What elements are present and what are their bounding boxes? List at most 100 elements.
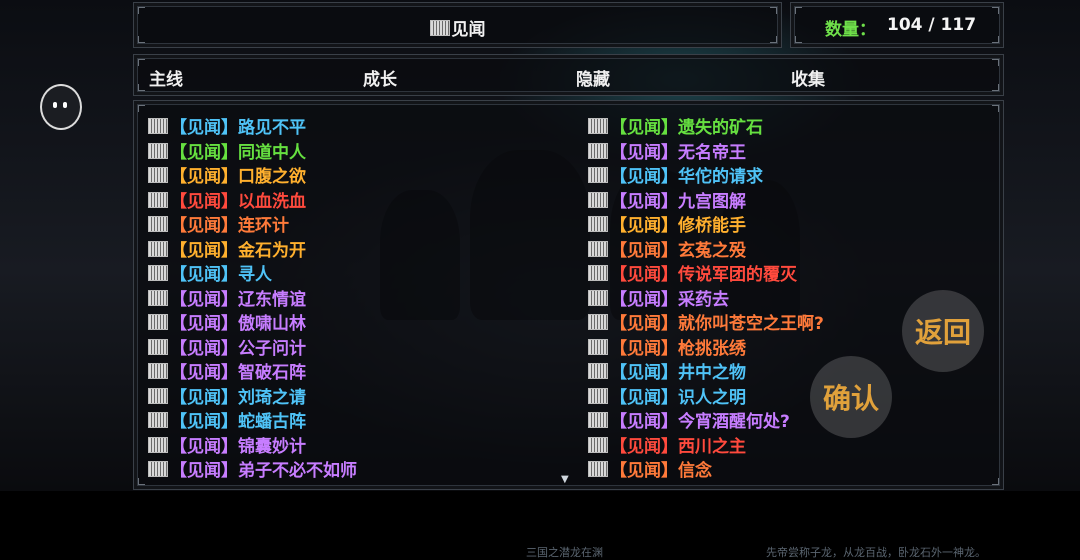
event-list-item[interactable]: 【见闻】以血洗血 — [148, 187, 306, 212]
event-list-item[interactable]: 【见闻】华佗的请求 — [588, 162, 763, 187]
event-list-item[interactable]: 【见闻】路见不平 — [148, 113, 306, 138]
event-tag: 【见闻】 — [610, 461, 678, 481]
event-name: 今宵酒醒何处? — [678, 412, 790, 432]
event-list-item[interactable]: 【见闻】玄菟之殁 — [588, 236, 746, 261]
event-list-item[interactable]: 【见闻】口腹之欲 — [148, 162, 306, 187]
event-list-item[interactable]: 【见闻】修桥能手 — [588, 211, 746, 236]
event-name: 金石为开 — [238, 240, 306, 261]
event-list-item[interactable]: 【见闻】传说军团的覆灭 — [588, 260, 797, 285]
event-name: 西川之主 — [678, 436, 746, 457]
book-icon — [148, 265, 168, 281]
event-name: 修桥能手 — [678, 216, 746, 236]
event-list-item[interactable]: 【见闻】刘琦之请 — [148, 383, 306, 408]
event-tag: 【见闻】 — [170, 338, 238, 359]
event-tag: 【见闻】 — [610, 314, 678, 334]
book-icon — [588, 314, 608, 330]
book-icon — [148, 363, 168, 379]
event-list-item[interactable]: 【见闻】信念 — [588, 456, 712, 481]
event-list-item[interactable]: 【见闻】傲啸山林 — [148, 309, 306, 334]
event-list-item[interactable]: 【见闻】识人之明 — [588, 383, 746, 408]
confirm-button[interactable]: 确认 — [810, 356, 892, 438]
event-tag: 【见闻】 — [170, 118, 238, 138]
event-name: 辽东情谊 — [238, 289, 306, 310]
event-name: 无名帝王 — [678, 142, 746, 163]
book-icon — [588, 436, 608, 453]
book-icon — [148, 118, 168, 134]
event-tag: 【见闻】 — [170, 387, 238, 408]
book-icon — [148, 412, 168, 428]
event-tag: 【见闻】 — [610, 118, 678, 138]
event-name: 枪挑张绣 — [678, 338, 746, 359]
event-list-item[interactable]: 【见闻】蛇蟠古阵 — [148, 407, 306, 432]
book-icon — [588, 142, 608, 159]
event-list-item[interactable]: 【见闻】无名帝王 — [588, 138, 746, 163]
book-icon — [148, 338, 168, 355]
event-list-item[interactable]: 【见闻】就你叫苍空之王啊? — [588, 309, 824, 334]
event-tag: 【见闻】 — [610, 240, 678, 261]
event-name: 以血洗血 — [238, 191, 306, 212]
event-name: 传说军团的覆灭 — [678, 265, 797, 285]
floating-assistant-button[interactable] — [40, 84, 82, 130]
event-tag: 【见闻】 — [170, 436, 238, 457]
event-name: 傲啸山林 — [238, 314, 306, 334]
event-list-item[interactable]: 【见闻】弟子不必不如师 — [148, 456, 357, 481]
event-name: 连环计 — [238, 216, 289, 236]
event-tag: 【见闻】 — [610, 167, 678, 187]
book-icon — [148, 387, 168, 404]
page-title-text: 见闻 — [451, 20, 486, 40]
book-icon — [588, 191, 608, 208]
event-list-item[interactable]: 【见闻】枪挑张绣 — [588, 334, 746, 359]
tab-growth[interactable]: 成长 — [363, 65, 397, 90]
book-icon — [148, 142, 168, 159]
event-tag: 【见闻】 — [610, 216, 678, 236]
tab-collect[interactable]: 收集 — [791, 65, 825, 90]
eye-icon — [53, 102, 57, 108]
book-icon — [148, 167, 168, 183]
event-list-item[interactable]: 【见闻】西川之主 — [588, 432, 746, 457]
event-list-item[interactable]: 【见闻】同道中人 — [148, 138, 306, 163]
count-label: 数量： — [825, 20, 876, 40]
event-tag: 【见闻】 — [170, 265, 238, 285]
book-icon — [588, 167, 608, 183]
event-name: 玄菟之殁 — [678, 240, 746, 261]
event-tag: 【见闻】 — [170, 142, 238, 163]
event-tag: 【见闻】 — [170, 363, 238, 383]
event-name: 刘琦之请 — [238, 387, 306, 408]
event-tag: 【见闻】 — [170, 412, 238, 432]
event-list-item[interactable]: 【见闻】遗失的矿石 — [588, 113, 763, 138]
event-name: 公子问计 — [238, 338, 306, 359]
book-icon — [148, 216, 168, 232]
page-title: 见闻 — [134, 15, 781, 40]
event-name: 蛇蟠古阵 — [238, 412, 306, 432]
book-icon — [588, 240, 608, 257]
event-name: 弟子不必不如师 — [238, 461, 357, 481]
event-tag: 【见闻】 — [610, 338, 678, 359]
event-list-item[interactable]: 【见闻】今宵酒醒何处? — [588, 407, 790, 432]
event-list-item[interactable]: 【见闻】金石为开 — [148, 236, 306, 261]
event-list-item[interactable]: 【见闻】公子问计 — [148, 334, 306, 359]
event-name: 锦囊妙计 — [238, 436, 306, 457]
event-list-item[interactable]: 【见闻】锦囊妙计 — [148, 432, 306, 457]
event-tag: 【见闻】 — [610, 265, 678, 285]
event-list-item[interactable]: 【见闻】九宫图解 — [588, 187, 746, 212]
book-icon — [148, 191, 168, 208]
event-name: 采药去 — [678, 289, 729, 310]
book-icon — [588, 265, 608, 281]
return-button[interactable]: 返回 — [902, 290, 984, 372]
chevron-down-icon[interactable]: ▼ — [561, 474, 571, 485]
event-list-item[interactable]: 【见闻】寻人 — [148, 260, 272, 285]
event-list-item[interactable]: 【见闻】智破石阵 — [148, 358, 306, 383]
event-name: 遗失的矿石 — [678, 118, 763, 138]
book-icon — [588, 338, 608, 355]
event-list-item[interactable]: 【见闻】辽东情谊 — [148, 285, 306, 310]
watermark-left: 三国之潜龙在渊 — [526, 546, 603, 559]
book-icon — [148, 240, 168, 257]
event-list-item[interactable]: 【见闻】井中之物 — [588, 358, 746, 383]
event-list-item[interactable]: 【见闻】连环计 — [148, 211, 289, 236]
event-tag: 【见闻】 — [610, 412, 678, 432]
event-tag: 【见闻】 — [170, 240, 238, 261]
book-icon — [148, 461, 168, 477]
tab-hidden[interactable]: 隐藏 — [576, 65, 610, 90]
tab-main[interactable]: 主线 — [149, 65, 183, 90]
event-list-item[interactable]: 【见闻】采药去 — [588, 285, 729, 310]
